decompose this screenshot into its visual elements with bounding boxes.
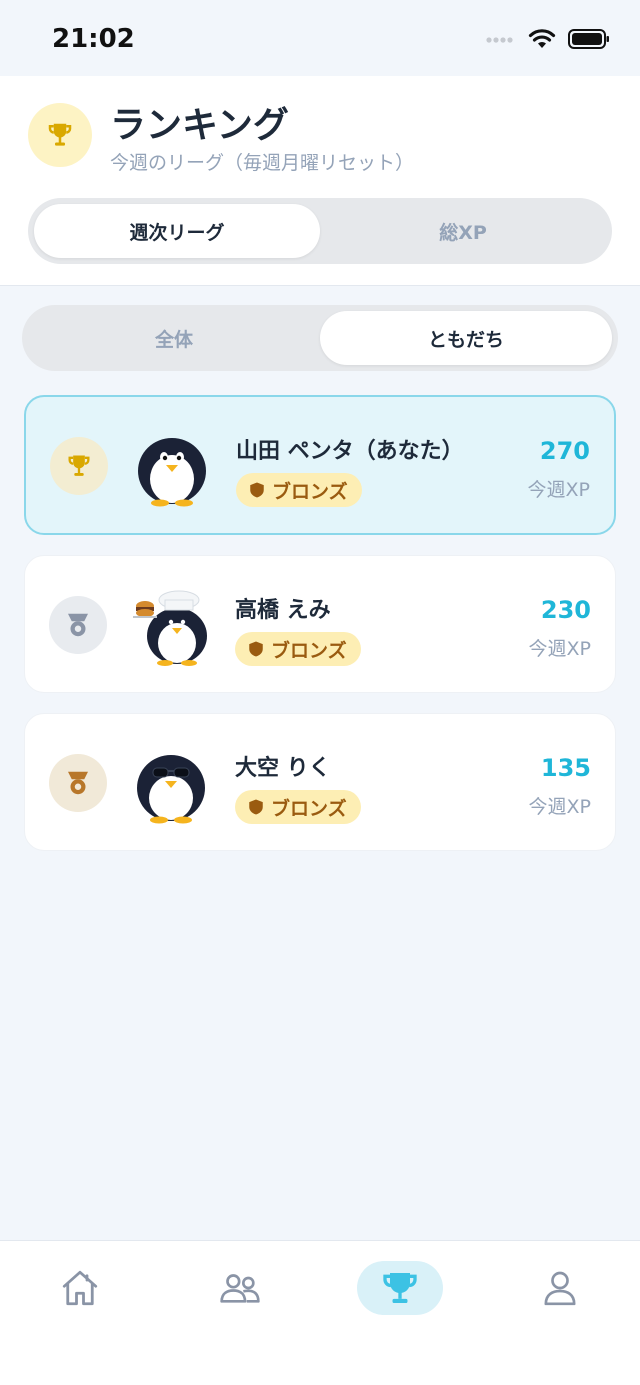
weekly-xp-value: 135 [540,754,591,782]
player-name: 山田 ペンタ（あなた） [236,439,464,464]
league-mode-toggle: 週次リーグ 総XP [28,198,612,264]
bottom-tab-bar [0,1240,640,1385]
ranking-row-3[interactable]: 大空 りく ブロンズ 135 今週XP [24,713,616,851]
rank-badge [50,437,108,495]
league-badge: ブロンズ [235,632,361,666]
penguin-chef-avatar [133,590,207,666]
shield-icon [250,482,264,498]
tab-friends[interactable]: ともだち [320,311,612,365]
ranking-row-1[interactable]: 山田 ペンタ（あなた） ブロンズ 270 今週XP [24,395,616,535]
tab-all[interactable]: 全体 [28,311,320,365]
trophy-icon [383,1273,417,1303]
weekly-xp-value: 230 [540,596,591,624]
battery-icon [568,29,609,49]
status-time: 21:02 [52,24,135,54]
page-header: ランキング 今週のリーグ（毎週月曜リセット） 週次リーグ 総XP [0,76,640,286]
league-badge: ブロンズ [235,790,361,824]
player-name: 大空 りく [235,756,331,781]
trophy-icon [68,455,90,476]
home-icon [62,1270,98,1306]
rank-badge [49,596,107,654]
tab-ranking[interactable] [357,1261,443,1315]
league-name: ブロンズ [271,797,347,820]
status-bar: 21:02 [0,0,640,76]
shield-icon [249,799,263,815]
medal-icon [68,613,88,637]
medal-icon [68,771,88,795]
scope-toggle: 全体 ともだち [22,305,618,371]
weekly-xp-label: 今週XP [527,479,590,501]
signal-icon [486,37,513,43]
wifi-icon [528,29,556,48]
ranking-row-2[interactable]: 高橋 えみ ブロンズ 230 今週XP [24,555,616,693]
profile-icon [544,1271,576,1306]
league-badge: ブロンズ [236,473,362,507]
league-name: ブロンズ [271,639,347,662]
tab-home[interactable] [37,1261,123,1315]
page-title: ランキング [110,105,289,146]
tab-weekly-league[interactable]: 週次リーグ [34,204,320,258]
friends-icon [220,1274,260,1303]
tab-friends-nav[interactable] [197,1261,283,1315]
header-trophy-badge [28,103,92,167]
penguin-sunglasses-avatar [137,755,205,824]
rank-badge [49,754,107,812]
status-icons [486,28,610,50]
tab-total-xp[interactable]: 総XP [320,204,606,258]
shield-icon [249,641,263,657]
page-subtitle: 今週のリーグ（毎週月曜リセット） [110,152,415,174]
penguin-avatar [138,438,206,507]
league-name: ブロンズ [272,480,348,503]
trophy-icon [48,123,72,146]
player-name: 高橋 えみ [235,598,331,623]
tab-profile[interactable] [517,1261,603,1315]
weekly-xp-label: 今週XP [528,796,591,818]
weekly-xp-value: 270 [539,437,590,465]
weekly-xp-label: 今週XP [528,638,591,660]
